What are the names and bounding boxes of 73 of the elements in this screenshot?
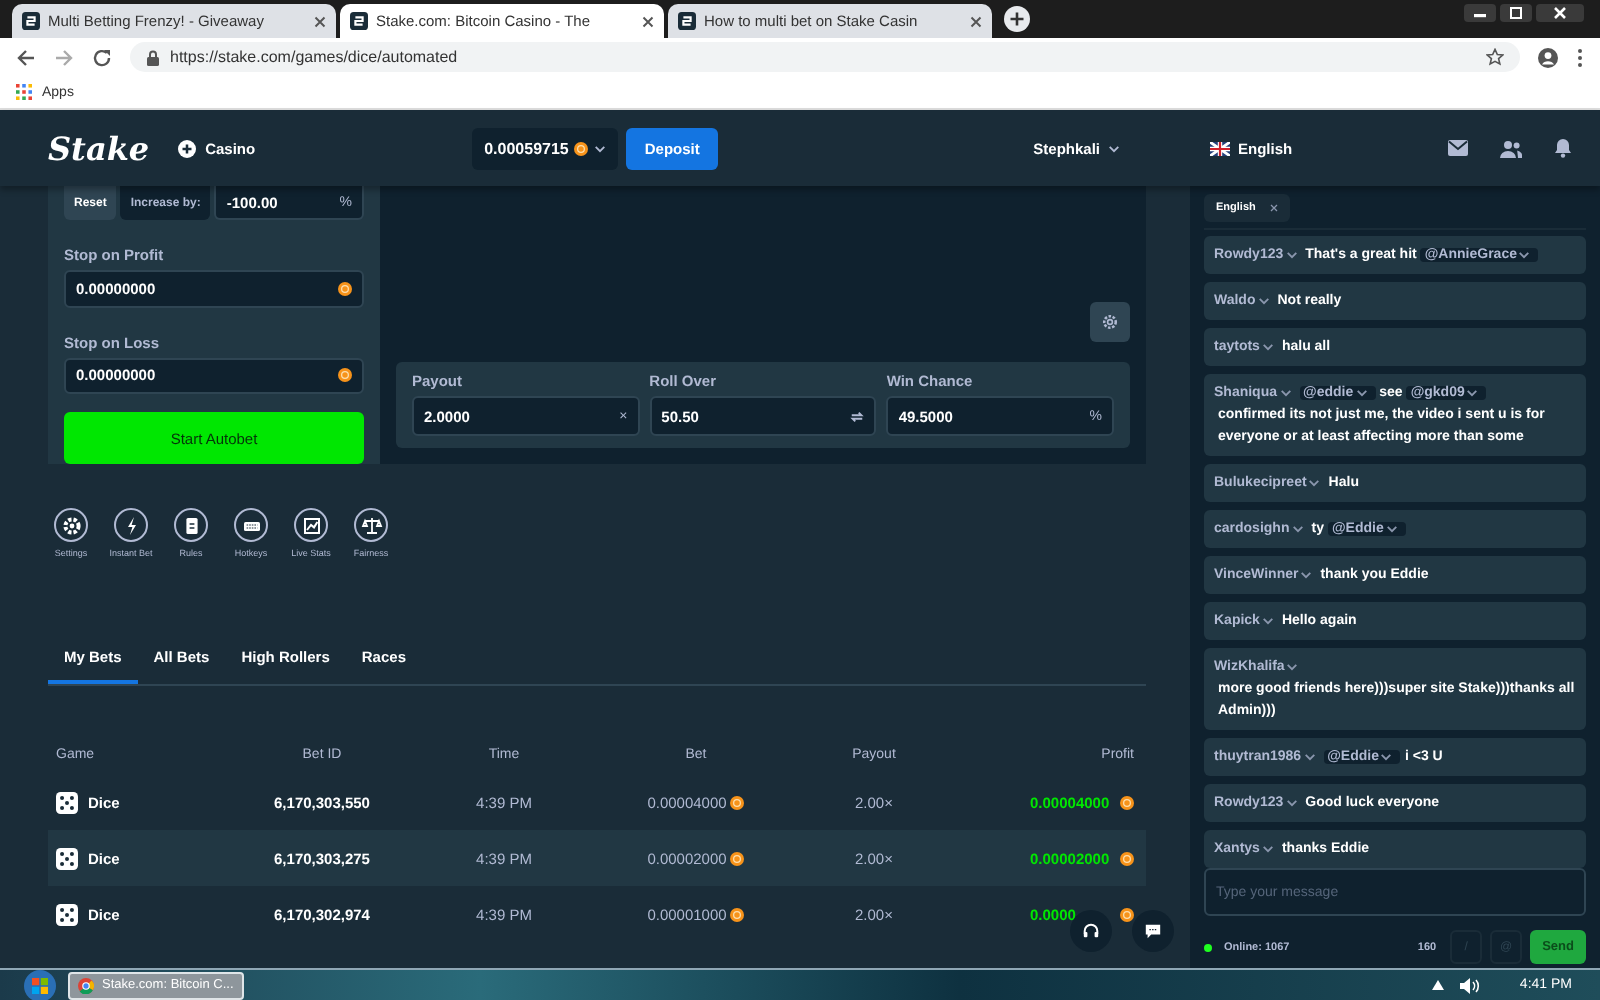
- chart-icon: [299, 513, 323, 537]
- bell-icon: [1554, 138, 1572, 158]
- minimize-icon: [1464, 4, 1496, 22]
- star-icon: [1486, 48, 1504, 66]
- coin-icon: [1120, 851, 1134, 865]
- caret-icon: [1300, 569, 1313, 580]
- favicon-icon: [350, 12, 368, 30]
- dice-icon: [56, 791, 78, 813]
- more-icon: [1576, 47, 1584, 67]
- logo[interactable]: Stake: [48, 129, 150, 167]
- caret-icon: [1261, 615, 1274, 626]
- flag-icon: [1210, 141, 1230, 155]
- dice-icon: [56, 847, 78, 869]
- caret-icon: [1303, 751, 1316, 762]
- people-icon: [1500, 139, 1522, 157]
- caret-icon: [1518, 249, 1531, 260]
- favicon-icon: [22, 12, 40, 30]
- close-icon: [970, 15, 982, 27]
- online-dot-icon: [1204, 943, 1212, 951]
- balance-dropdown[interactable]: 0.00059715: [472, 127, 619, 169]
- apps-grid-icon: [16, 84, 32, 100]
- favicon-icon: [678, 12, 696, 30]
- caret-icon: [1261, 843, 1274, 854]
- close-icon: [1269, 203, 1278, 211]
- caret-icon: [1261, 341, 1274, 352]
- back-icon: [16, 47, 36, 67]
- close-icon: [642, 15, 654, 27]
- speaker-icon: [1459, 977, 1480, 993]
- caret-icon: [1257, 295, 1270, 306]
- restore-icon: [1500, 4, 1532, 22]
- coin-icon: [730, 795, 745, 809]
- lock-icon: [146, 49, 160, 65]
- mail-icon: [1448, 140, 1468, 156]
- caret-icon: [594, 143, 607, 153]
- coin-icon: [1120, 795, 1134, 809]
- caret-icon: [1285, 797, 1298, 808]
- forward-icon: [54, 47, 74, 67]
- caret-icon: [1308, 477, 1321, 488]
- caret-icon: [1355, 387, 1368, 398]
- gear-icon: [59, 513, 83, 537]
- gear-icon: [1102, 314, 1118, 330]
- caret-icon: [1108, 143, 1120, 153]
- account-icon: [1538, 47, 1558, 67]
- up-arrow-icon: [1431, 980, 1444, 990]
- close-icon: [314, 15, 326, 27]
- browser-logo-icon: [78, 977, 94, 993]
- windows-logo-icon: [24, 969, 56, 1000]
- close-icon: [1536, 4, 1584, 22]
- caret-icon: [1291, 523, 1304, 534]
- coin-icon: [338, 281, 352, 296]
- caret-icon: [1385, 523, 1398, 534]
- coin-icon: [574, 141, 589, 155]
- caret-icon: [1466, 387, 1479, 398]
- headset-icon: [1082, 922, 1100, 940]
- settings-button[interactable]: [1090, 302, 1130, 342]
- coin-icon: [1120, 907, 1134, 921]
- caret-icon: [1380, 751, 1393, 762]
- new-tab-icon: [1004, 6, 1030, 32]
- chat-button[interactable]: [1132, 910, 1174, 952]
- caret-icon: [1279, 387, 1292, 398]
- coin-icon: [338, 368, 352, 383]
- dice-icon: [56, 903, 78, 925]
- caret-icon: [1286, 661, 1299, 672]
- start-button[interactable]: [24, 969, 56, 1000]
- scales-icon: [359, 513, 383, 537]
- speech-bubble-icon: [1144, 922, 1162, 940]
- coin-icon: [730, 851, 745, 865]
- reload-icon: [92, 47, 112, 67]
- address-field[interactable]: https://stake.com/games/dice/automated: [130, 42, 1520, 72]
- plus-circle-icon: [177, 139, 196, 157]
- coin-icon: [730, 907, 745, 921]
- caret-icon: [1285, 249, 1298, 260]
- swap-icon: [850, 409, 865, 423]
